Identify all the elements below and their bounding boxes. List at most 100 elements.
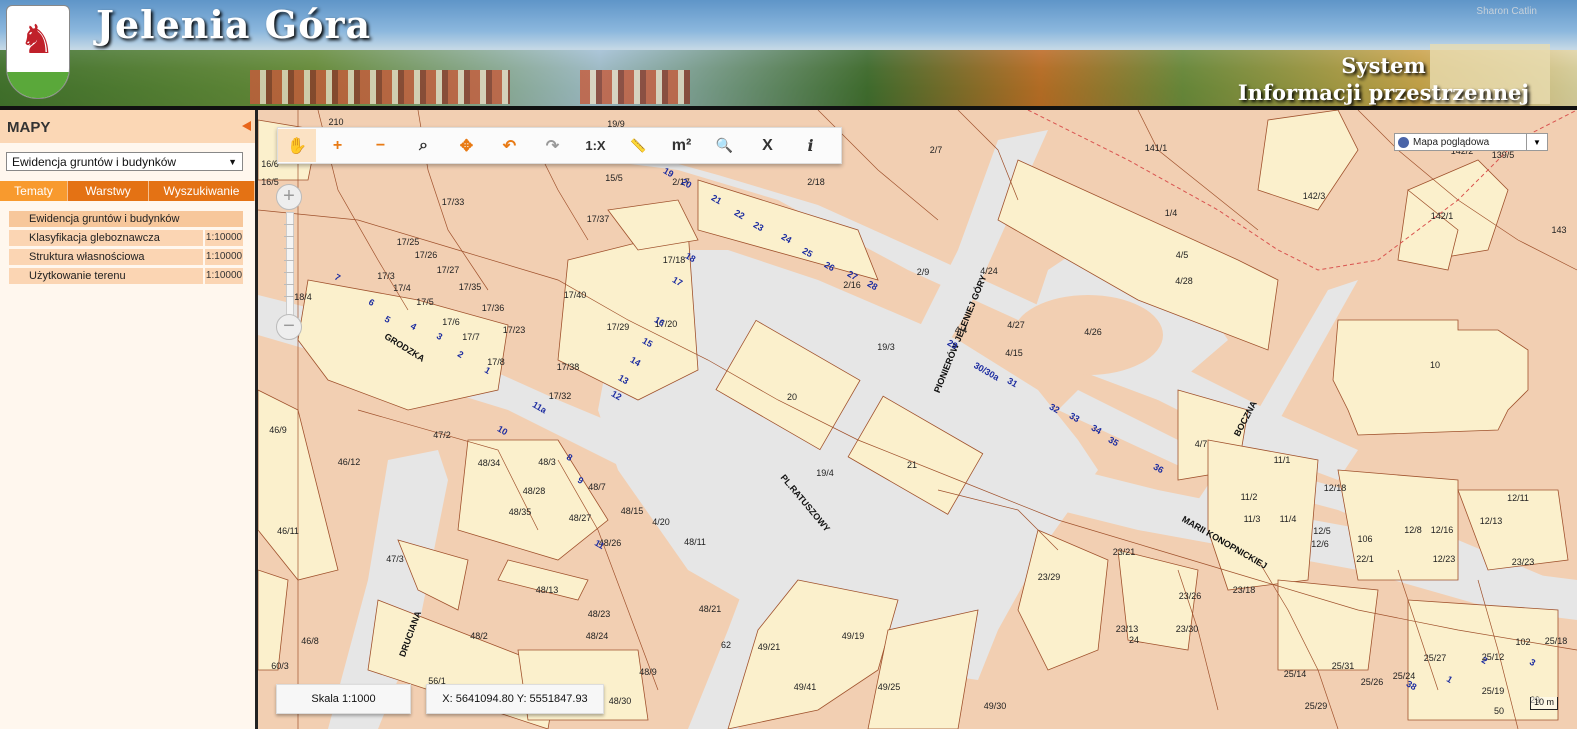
parcel-label: 46/11 (277, 526, 299, 536)
parcel-label: 49/21 (758, 642, 781, 652)
parcel-label: 48/27 (569, 513, 592, 523)
parcel-label: 48/7 (588, 482, 606, 492)
map-canvas[interactable]: GRODZKA PL.RATUSZOWY DRUCIANA PIONIERÓW JEL… (258, 110, 1577, 729)
scale-tool-button[interactable]: 1:X (574, 129, 617, 162)
parcel-label: 12/16 (1431, 525, 1454, 535)
parcel-label: 19/3 (877, 342, 895, 352)
collapse-sidebar-arrow-icon[interactable] (242, 121, 251, 131)
parcel-label: 143 (1551, 225, 1566, 235)
zoom-box-tool-button[interactable]: ⌕ (402, 129, 445, 162)
theme-item-label: Ewidencja gruntów i budynków (9, 211, 243, 227)
parcel-label: 12/6 (1311, 539, 1329, 549)
ruler-icon: 📏 (630, 137, 647, 153)
basemap-select-value: Mapa poglądowa (1413, 137, 1490, 148)
previous-view-tool-button[interactable]: ↶ (488, 129, 531, 162)
zoom-slider-track[interactable] (286, 212, 294, 316)
measure-distance-tool-button[interactable]: 📏 (617, 129, 660, 162)
measure-area-tool-button[interactable]: m² (660, 129, 703, 162)
hand-icon: ✋ (287, 137, 307, 155)
parcel-label: 11/1 (1274, 455, 1291, 465)
parcel-label: 17/32 (549, 391, 572, 401)
parcel-label: 23/13 (1116, 624, 1139, 634)
house-number-label: 36 (1152, 462, 1166, 476)
info-tool-button[interactable]: i (789, 129, 832, 162)
theme-item[interactable]: Ewidencja gruntów i budynków (9, 211, 243, 227)
zoom-slider-plus-button[interactable]: + (276, 184, 302, 210)
zoom-in-tool-button[interactable]: + (316, 129, 359, 162)
parcel-label: 17/5 (416, 297, 434, 307)
dropdown-arrow-icon: ▼ (1526, 134, 1547, 150)
parcel-label: 4/24 (980, 266, 998, 276)
city-title: Jelenia Góra (96, 2, 372, 47)
tab-wyszukiwanie[interactable]: Wyszukiwanie (149, 181, 255, 201)
theme-item[interactable]: Użytkowanie terenu 1:10000 (9, 268, 243, 284)
parcel-label: 49/25 (878, 682, 901, 692)
parcel-label: 49/30 (984, 701, 1007, 711)
parcel-label: 10 (1430, 360, 1440, 370)
sidebar-title: MAPY (7, 119, 51, 136)
parcel-label: 23/26 (1179, 591, 1202, 601)
theme-item[interactable]: Struktura własnościowa 1:10000 (9, 249, 243, 265)
parcel-label: 48/34 (478, 458, 501, 468)
info-icon: i (807, 136, 814, 155)
clear-tool-button[interactable]: X (746, 129, 789, 162)
parcel-label: 23/23 (1512, 557, 1535, 567)
city-crest-logo[interactable]: ♞ (6, 5, 70, 99)
parcel-label: 25/18 (1545, 636, 1568, 646)
theme-item-label: Struktura własnościowa (9, 249, 203, 265)
parcel-label: 17/4 (393, 283, 411, 293)
parcel-label: 48/11 (684, 537, 706, 547)
parcel-label: 142/1 (1431, 211, 1454, 221)
zoom-tick (284, 260, 294, 261)
parcel-label: 49/19 (842, 631, 865, 641)
theme-item-scale: 1:10000 (205, 230, 243, 246)
zoom-tick (284, 224, 294, 225)
sidebar-header: MAPY (0, 110, 255, 143)
parcel-label: 2/9 (917, 267, 930, 277)
map-type-select[interactable]: Ewidencja gruntów i budynków ▼ (6, 152, 243, 171)
parcel-label: 46/8 (301, 636, 319, 646)
parcel-label: 62 (721, 640, 731, 650)
parcel-label: 17/7 (462, 332, 480, 342)
theme-item-scale: 1:10000 (205, 249, 243, 265)
redo-arrow-icon: ↷ (545, 137, 560, 155)
globe-search-icon: 🔍 (715, 137, 734, 153)
parcel-label: 4/5 (1176, 250, 1189, 260)
parcel-label: 46/9 (269, 425, 287, 435)
plus-icon: + (332, 136, 343, 154)
parcel-label: 210 (328, 117, 343, 127)
parcel-label: 12/8 (1404, 525, 1422, 535)
parcel-label: 25/19 (1482, 686, 1505, 696)
parcel-label: 48/24 (586, 631, 609, 641)
zoom-out-tool-button[interactable]: − (359, 129, 402, 162)
parcel-label: 17/26 (415, 250, 438, 260)
theme-item[interactable]: Klasyfikacja gleboznawcza 1:10000 (9, 230, 243, 246)
tab-warstwy[interactable]: Warstwy (68, 181, 149, 201)
parcel-label: 4/20 (652, 517, 670, 527)
zoom-tick (284, 284, 294, 285)
theme-item-label: Użytkowanie terenu (9, 268, 203, 284)
tab-tematy[interactable]: Tematy (0, 181, 68, 201)
identify-tool-button[interactable]: 🔍 (703, 129, 746, 162)
parcel-label: 2/18 (807, 177, 825, 187)
theme-item-scale: 1:10000 (205, 268, 243, 284)
basemap-select[interactable]: Mapa poglądowa ▼ (1394, 133, 1548, 151)
zoom-slider-minus-button[interactable]: − (276, 314, 302, 340)
coordinates-display: X: 5641094.80 Y: 5551847.93 (426, 684, 604, 714)
full-extent-tool-button[interactable]: ✥ (445, 129, 488, 162)
cadastral-map[interactable]: GRODZKAPL.RATUSZOWYDRUCIANAPIONIERÓW JEL… (258, 110, 1577, 729)
zoom-slider[interactable]: + − (276, 184, 302, 340)
parcel-label: 11/3 (1244, 514, 1261, 524)
scale-display: Skala 1:1000 (276, 684, 411, 714)
parcel-label: 139/5 (1492, 150, 1515, 160)
parcel-label: 141/1 (1145, 143, 1168, 153)
parcel-label: 17/40 (564, 290, 587, 300)
parcel-label: 106 (1357, 534, 1372, 544)
pan-tool-button[interactable]: ✋ (278, 129, 316, 162)
zoom-tick (284, 236, 294, 237)
area-m2-icon: m² (671, 136, 692, 154)
next-view-tool-button[interactable]: ↷ (531, 129, 574, 162)
map-toolbar: ✋ + − ⌕ ✥ ↶ ↷ 1:X 📏 m² 🔍 X i (277, 127, 842, 164)
parcel-label: 22/1 (1356, 554, 1374, 564)
parcel-label: 25/26 (1361, 677, 1384, 687)
